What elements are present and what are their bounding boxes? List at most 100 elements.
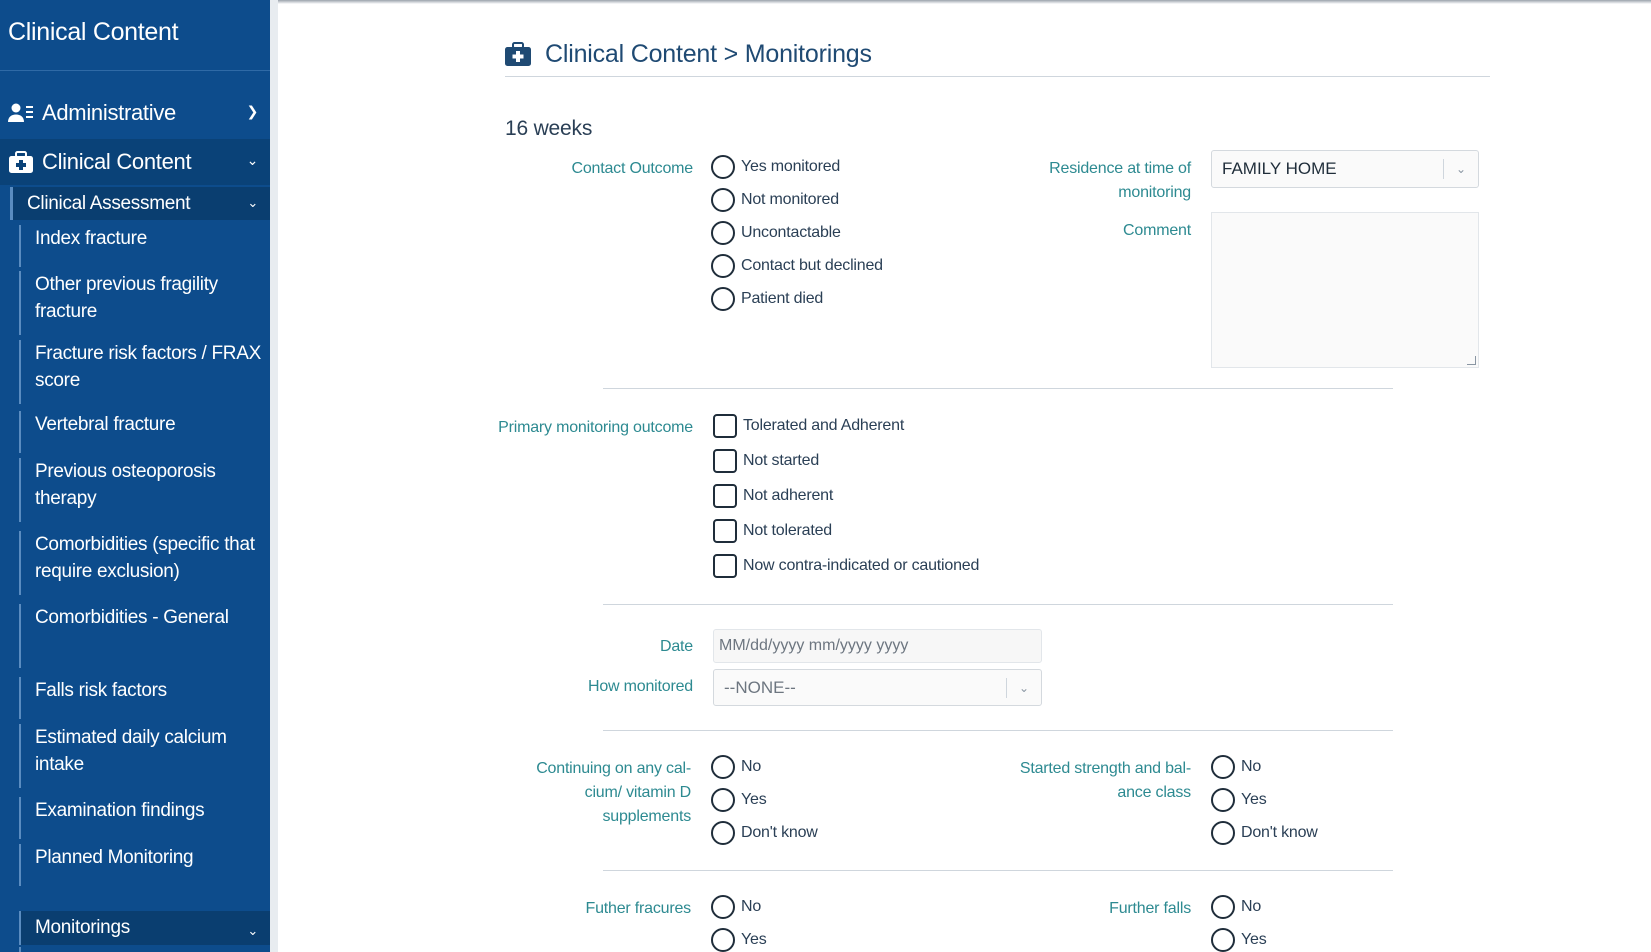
option-label: Not adherent <box>743 487 834 504</box>
strength-yes[interactable]: Yes <box>1211 788 1267 812</box>
header-divider <box>505 76 1490 77</box>
contact-outcome-label: Contact Outcome <box>571 160 693 177</box>
calcium-no[interactable]: No <box>711 755 761 779</box>
primary-outcome-not-adherent[interactable]: Not adherent <box>713 484 833 508</box>
checkbox[interactable] <box>713 449 737 473</box>
sidebar-item-index-fracture[interactable]: Index fracture <box>19 225 270 267</box>
comment-textarea[interactable] <box>1211 212 1479 368</box>
option-label: Tolerated and Adherent <box>743 417 905 434</box>
top-shadow <box>278 0 1651 4</box>
primary-outcome-tolerated[interactable]: Tolerated and Adherent <box>713 414 904 438</box>
app-title: Clinical Content <box>8 18 179 46</box>
how-monitored-label: How monitored <box>587 678 693 695</box>
sidebar-item-examination-findings[interactable]: Examination findings <box>19 797 270 839</box>
option-label: No <box>1241 898 1262 915</box>
further-fractures-yes[interactable]: Yes <box>711 928 767 952</box>
sidebar-item-label: Falls risk factors <box>35 680 167 701</box>
contact-outcome-yes-monitored[interactable]: Yes monitored <box>711 155 840 179</box>
residence-select[interactable]: FAMILY HOME ⌄ <box>1211 150 1479 188</box>
radio-button[interactable] <box>711 788 735 812</box>
contact-outcome-uncontactable[interactable]: Uncontactable <box>711 221 841 245</box>
chevron-down-icon: ⌄ <box>247 195 258 210</box>
sidebar-item-label: Comorbidities (specific that require exc… <box>35 534 255 582</box>
contact-outcome-declined[interactable]: Contact but declined <box>711 254 883 278</box>
date-input[interactable]: MM/dd/yyyy mm/yyyy yyyy <box>713 629 1042 663</box>
checkbox[interactable] <box>713 554 737 578</box>
option-label: No <box>741 898 762 915</box>
option-label: No <box>1241 758 1262 775</box>
how-monitored-select[interactable]: --NONE-- ⌄ <box>713 669 1042 706</box>
radio-button[interactable] <box>1211 928 1235 952</box>
divider <box>603 388 1393 389</box>
further-falls-no[interactable]: No <box>1211 895 1261 919</box>
option-label: No <box>741 758 762 775</box>
further-falls-label: Further falls <box>1109 900 1191 917</box>
chevron-down-icon: ⌄ <box>1455 162 1467 176</box>
sidebar-item-comorbidities-specific[interactable]: Comorbidities (specific that require exc… <box>19 531 270 595</box>
radio-button[interactable] <box>711 188 735 212</box>
radio-button[interactable] <box>711 287 735 311</box>
radio-button[interactable] <box>1211 788 1235 812</box>
radio-button[interactable] <box>711 895 735 919</box>
breadcrumb: Clinical Content > Monitorings <box>545 40 872 68</box>
calcium-dont-know[interactable]: Don't know <box>711 821 818 845</box>
sidebar-item-label: Examination findings <box>35 800 205 821</box>
sidebar-item-other-previous-fragility-fracture[interactable]: Other previous fragility fracture <box>19 271 270 335</box>
sidebar-item-planned-monitoring[interactable]: Planned Monitoring <box>19 844 270 886</box>
sidebar-item-monitorings[interactable]: Monitorings ⌄ <box>19 911 270 945</box>
sidebar-item-estimated-daily-calcium[interactable]: Estimated daily calcium intake <box>19 724 270 788</box>
sidebar-item-label: Administrative <box>42 100 176 125</box>
sidebar-item-label: Fracture risk factors / FRAX score <box>35 343 261 391</box>
radio-button[interactable] <box>711 755 735 779</box>
sidebar-item-previous-osteoporosis-therapy[interactable]: Previous osteoporosis therapy <box>19 458 270 522</box>
sidebar-item-label: Clinical Assessment <box>27 192 191 214</box>
primary-outcome-not-started[interactable]: Not started <box>713 449 819 473</box>
comment-label: Comment <box>1123 222 1191 239</box>
contact-outcome-not-monitored[interactable]: Not monitored <box>711 188 839 212</box>
sidebar-item-falls-risk-factors[interactable]: Falls risk factors <box>19 677 270 719</box>
checkbox[interactable] <box>713 484 737 508</box>
divider <box>603 870 1393 871</box>
contact-outcome-patient-died[interactable]: Patient died <box>711 287 823 311</box>
sidebar-item-administrative[interactable]: Administrative ❯ <box>0 90 270 136</box>
sidebar-item-clinical-assessment[interactable]: Clinical Assessment ⌄ <box>10 187 270 220</box>
option-label: Uncontactable <box>741 224 841 241</box>
option-label: Yes <box>1241 791 1267 808</box>
chevron-down-icon: ⌄ <box>1018 680 1030 695</box>
sidebar-item-label: Vertebral fracture <box>35 414 176 435</box>
how-monitored-value: --NONE-- <box>724 677 796 697</box>
page-title: Clinical Content > Monitorings <box>505 40 872 69</box>
radio-button[interactable] <box>711 928 735 952</box>
sidebar-item-label: Monitorings <box>35 917 130 938</box>
radio-button[interactable] <box>1211 755 1235 779</box>
sidebar-item-clinical-content[interactable]: Clinical Content ⌄ <box>0 139 270 185</box>
divider <box>603 604 1393 605</box>
checkbox[interactable] <box>713 519 737 543</box>
radio-button[interactable] <box>1211 821 1235 845</box>
sidebar-scrollbar[interactable] <box>270 0 278 952</box>
option-label: Not monitored <box>741 191 839 208</box>
further-falls-yes[interactable]: Yes <box>1211 928 1267 952</box>
radio-button[interactable] <box>711 155 735 179</box>
radio-button[interactable] <box>1211 895 1235 919</box>
sidebar-item-label: Index fracture <box>35 228 147 249</box>
sidebar-item-comorbidities-general[interactable]: Comorbidities - General <box>19 604 270 668</box>
resize-grip-icon[interactable] <box>1467 356 1476 365</box>
radio-button[interactable] <box>711 221 735 245</box>
radio-button[interactable] <box>711 821 735 845</box>
calcium-yes[interactable]: Yes <box>711 788 767 812</box>
primary-outcome-contra-indicated[interactable]: Now contra-indicated or cautioned <box>713 554 979 578</box>
strength-dont-know[interactable]: Don't know <box>1211 821 1318 845</box>
option-label: Contact but declined <box>741 257 883 274</box>
checkbox[interactable] <box>713 414 737 438</box>
divider <box>0 70 270 71</box>
sidebar-sublist-continuation <box>19 947 270 952</box>
medical-kit-icon <box>505 41 531 68</box>
sidebar-item-vertebral-fracture[interactable]: Vertebral fracture <box>19 411 270 453</box>
primary-outcome-not-tolerated[interactable]: Not tolerated <box>713 519 832 543</box>
sidebar-item-fracture-risk-factors[interactable]: Fracture risk factors / FRAX score <box>19 340 270 404</box>
further-fractures-no[interactable]: No <box>711 895 761 919</box>
radio-button[interactable] <box>711 254 735 278</box>
strength-no[interactable]: No <box>1211 755 1261 779</box>
chevron-down-icon: ⌄ <box>247 923 258 938</box>
